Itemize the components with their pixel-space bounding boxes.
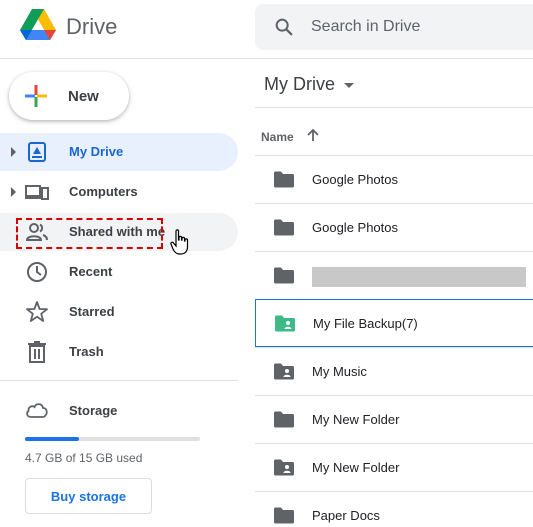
new-button[interactable]: New — [9, 72, 129, 120]
sidebar-item-label: Starred — [69, 304, 115, 319]
sort-arrow-up-icon[interactable] — [306, 128, 320, 142]
folder-icon — [274, 267, 294, 284]
file-name: My New Folder — [312, 412, 400, 427]
file-name: Google Photos — [312, 172, 399, 187]
drive-logo-icon — [20, 9, 56, 40]
clock-icon — [27, 262, 47, 282]
storage-label[interactable]: Storage — [69, 403, 117, 418]
shared-folder-icon — [274, 459, 294, 476]
sidebar-item-label: Recent — [69, 264, 113, 279]
file-name: My File Backup(7) — [313, 316, 418, 331]
file-name: Google Photos — [312, 220, 399, 235]
column-header-name[interactable]: Name — [261, 130, 294, 144]
file-name: My Music — [312, 364, 367, 379]
sidebar-item-label: My Drive — [69, 144, 124, 159]
expand-arrow-icon[interactable] — [11, 147, 16, 157]
chevron-down-icon[interactable] — [344, 83, 354, 88]
title-divider — [255, 107, 533, 108]
sidebar-item-label: Computers — [69, 184, 138, 199]
new-button-label: New — [68, 88, 99, 105]
page-title[interactable]: My Drive — [264, 74, 335, 95]
shared-folder-icon — [274, 363, 294, 380]
file-row[interactable]: Paper Docs — [255, 491, 533, 527]
cloud-icon — [26, 403, 48, 418]
search-box[interactable]: Search in Drive — [255, 4, 533, 50]
sidebar-item-starred[interactable]: Starred — [0, 293, 238, 331]
hand-cursor-icon — [170, 229, 189, 255]
sidebar-item-recent[interactable]: Recent — [0, 253, 238, 291]
my-drive-icon — [28, 142, 46, 162]
sidebar-item-my-drive[interactable]: My Drive — [0, 133, 238, 171]
buy-storage-label: Buy storage — [50, 489, 127, 504]
expand-arrow-icon[interactable] — [11, 187, 16, 197]
file-row[interactable]: My New Folder — [255, 395, 533, 443]
storage-progress-fill — [25, 437, 80, 441]
sidebar-item-trash[interactable]: Trash — [0, 333, 238, 371]
storage-usage-text: 4.7 GB of 15 GB used — [25, 451, 143, 465]
folder-icon — [274, 507, 294, 524]
file-name: My New Folder — [312, 460, 400, 475]
file-name: Paper Docs — [312, 508, 380, 523]
folder-icon — [274, 219, 294, 236]
file-row[interactable]: Google Photos — [255, 203, 533, 251]
shared-folder-icon — [275, 315, 295, 332]
file-row[interactable] — [255, 251, 533, 299]
computers-icon — [25, 185, 49, 200]
dashed-highlight-box — [16, 218, 163, 249]
buy-storage-button[interactable]: Buy storage — [25, 478, 152, 514]
file-row[interactable]: Google Photos — [255, 155, 533, 203]
brand-title: Drive — [66, 14, 118, 39]
sidebar-item-computers[interactable]: Computers — [0, 173, 238, 211]
file-row[interactable]: My New Folder — [255, 443, 533, 491]
star-icon — [26, 301, 48, 322]
search-icon[interactable] — [273, 16, 295, 38]
file-row[interactable]: My File Backup(7) — [255, 299, 533, 347]
trash-icon — [28, 341, 46, 363]
plus-icon — [25, 85, 47, 107]
file-row[interactable]: My Music — [255, 347, 533, 395]
search-input[interactable]: Search in Drive — [311, 18, 420, 36]
redacted-name-block — [312, 267, 526, 287]
folder-icon — [274, 411, 294, 428]
sidebar-divider — [0, 380, 238, 381]
sidebar-item-label: Trash — [69, 344, 104, 359]
header-divider — [0, 58, 533, 59]
storage-progress-bar — [25, 437, 200, 441]
folder-icon — [274, 171, 294, 188]
